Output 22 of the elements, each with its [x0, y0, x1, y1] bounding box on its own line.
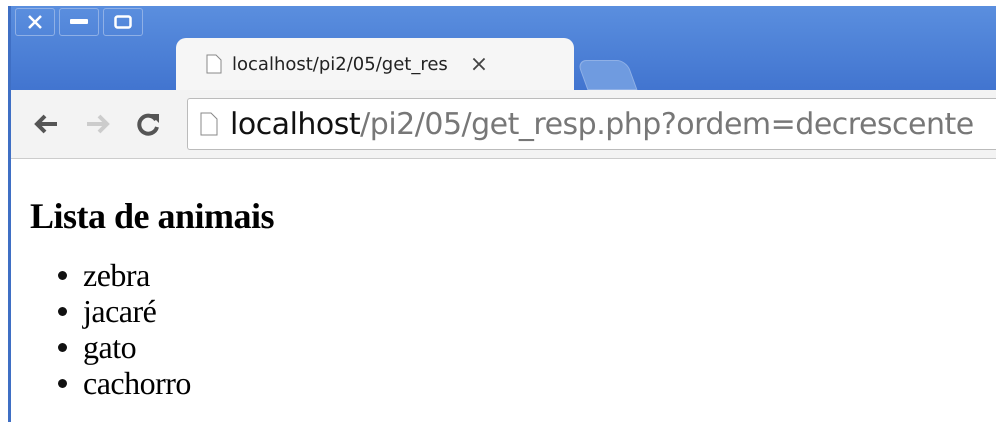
- bullet-icon: [58, 270, 67, 280]
- maximize-icon: [114, 15, 132, 29]
- bullet-icon: [58, 378, 67, 388]
- list-item: gato: [83, 329, 136, 365]
- browser-tab[interactable]: localhost/pi2/05/get_res ×: [176, 38, 574, 90]
- page-icon: [200, 112, 218, 136]
- back-icon[interactable]: [33, 113, 59, 135]
- bullet-icon: [58, 306, 67, 316]
- list-item: zebra: [83, 257, 150, 293]
- page-icon: [206, 54, 222, 74]
- address-bar[interactable]: localhost/pi2/05/get_resp.php?ordem=decrescente: [187, 98, 996, 150]
- list-item: cachorro: [83, 365, 191, 401]
- tab-close-button[interactable]: ×: [470, 52, 488, 76]
- minimize-button[interactable]: [59, 8, 99, 36]
- minimize-icon: [70, 19, 88, 25]
- list-item: jacaré: [83, 293, 156, 329]
- page-heading: Lista de animais: [30, 195, 276, 237]
- maximize-button[interactable]: [103, 8, 143, 36]
- close-icon: [27, 14, 43, 30]
- bullet-icon: [58, 342, 67, 352]
- close-button[interactable]: [15, 8, 55, 36]
- reload-icon[interactable]: [137, 112, 161, 136]
